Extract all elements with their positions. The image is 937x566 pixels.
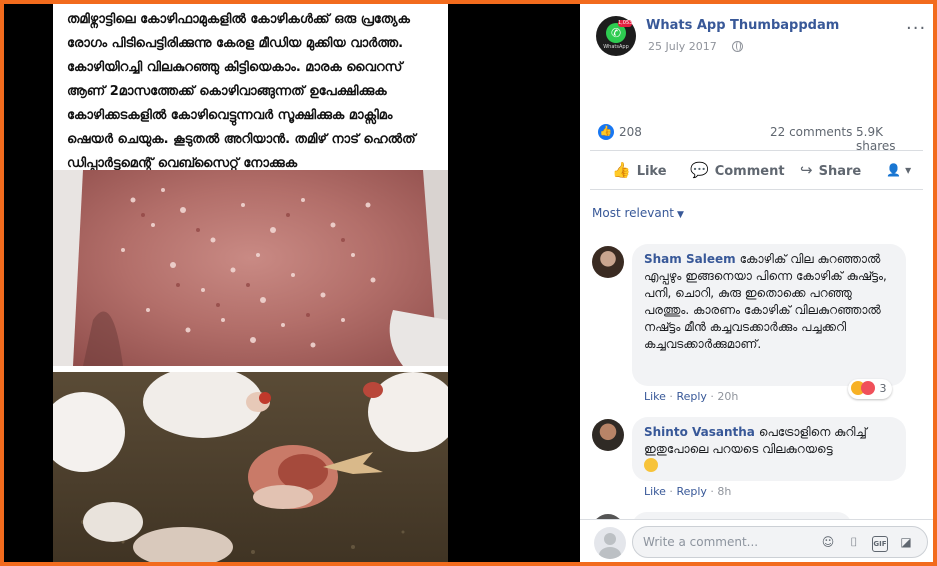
photo-viewer: തമിഴ്നാട്ടിലെ കോഴിഫാമുകളിൽ കോഴികൾക്ക് ഒര… [4,4,933,562]
comment-text: കോഴിക് വില കുറഞ്ഞാൽ എപ്പഴും ഇങ്ങനെയാ പിന… [644,252,887,351]
commenter-avatar[interactable] [592,246,624,278]
emoji-icon[interactable]: ☺ [820,534,836,550]
post-date-text: 25 July 2017 [648,40,717,53]
comment-like-link[interactable]: Like [644,390,666,403]
commenter-avatar[interactable] [592,419,624,451]
post-header: ✆ 1,053 WhatsApp Whats App Thumbappdam 2… [580,4,933,64]
share-arrow-icon: ↪ [800,161,813,179]
skin-rash-image [53,170,448,366]
comment-count[interactable]: 22 comments [770,125,852,139]
profile-icon: 👤 [886,163,901,177]
reactions-summary: 👍 208 22 comments 5.9K shares [594,122,924,153]
post-timestamp[interactable]: 25 July 2017 [648,40,717,53]
comments-list: Sham Saleem കോഴിക് വില കുറഞ്ഞാൽ എപ്പഴും ഇ… [580,234,933,519]
user-avatar [594,527,626,559]
speech-bubble-icon: 💬 [690,161,709,179]
comment-composer: ☺ ⌷ GIF ◪ [580,519,933,562]
reaction-count[interactable]: 208 [619,125,642,139]
comment-bubble: Shinto Vasantha പെട്രോളിനെ കുറിച്ച് ഇതുപോ… [632,417,906,481]
share-label: Share [818,164,862,179]
caret-down-icon: ▼ [677,210,684,220]
globe-icon [732,41,743,52]
comment-bubble [632,512,852,519]
comment-reactions[interactable]: 3 [848,379,892,399]
sick-chickens-image [53,372,448,562]
comment-sort-dropdown[interactable]: Most relevant ▼ [592,206,684,220]
sort-label: Most relevant [592,206,675,220]
love-reaction-icon [861,381,875,395]
share-button[interactable]: ↪ Share [800,161,861,179]
comment-author[interactable]: Sham Saleem [644,252,736,266]
page-avatar[interactable]: ✆ 1,053 WhatsApp [596,16,636,56]
comment-like-link[interactable]: Like [644,485,666,498]
comment-reply-link[interactable]: Reply [676,485,706,498]
chevron-down-icon: ▾ [905,163,912,177]
comment-reaction-count: 3 [879,382,887,395]
comment-bubble: Sham Saleem കോഴിക് വില കുറഞ്ഞാൽ എപ്പഴും ഇ… [632,244,906,386]
like-button[interactable]: 👍 Like [612,161,667,179]
grinning-emoji-icon [644,458,658,472]
comment-time[interactable]: 8h [717,485,731,498]
comment-button[interactable]: 💬 Comment [690,161,785,179]
composer-icons: ☺ ⌷ GIF ◪ [820,534,924,552]
thumbs-up-icon: 👍 [612,161,631,179]
like-reaction-icon: 👍 [598,124,614,140]
action-bar: 👍 Like 💬 Comment ↪ Share 👤 ▾ [590,150,923,190]
post-photo[interactable]: തമിഴ്നാട്ടിലെ കോഴിഫാമുകളിൽ കോഴികൾക്ക് ഒര… [53,4,448,562]
photo-caption-text: തമിഴ്നാട്ടിലെ കോഴിഫാമുകളിൽ കോഴികൾക്ക് ഒര… [67,12,416,171]
share-count[interactable]: 5.9K shares [856,125,924,153]
notification-badge: 1,053 [618,20,633,27]
comment-author[interactable]: Shinto Vasantha [644,425,755,439]
comment-meta: Like · Reply · 8h [644,485,732,498]
avatar-caption: WhatsApp [603,44,629,50]
sticker-icon[interactable]: ◪ [898,534,914,550]
comment-reply-link[interactable]: Reply [676,390,706,403]
camera-icon[interactable]: ⌷ [846,534,862,550]
like-label: Like [636,164,667,179]
more-options-icon[interactable]: ··· [906,18,926,39]
media-pane: തമിഴ്നാട്ടിലെ കോഴിഫാമുകളിൽ കോഴികൾക്ക് ഒര… [4,4,580,562]
audience-selector[interactable]: 👤 ▾ [886,163,911,177]
post-panel: ✆ 1,053 WhatsApp Whats App Thumbappdam 2… [580,4,933,562]
comment-label: Comment [714,164,785,179]
comment-time[interactable]: 20h [717,390,738,403]
comment-meta: Like · Reply · 20h [644,390,739,403]
page-name-link[interactable]: Whats App Thumbappdam [646,18,839,33]
gif-icon[interactable]: GIF [872,536,888,552]
